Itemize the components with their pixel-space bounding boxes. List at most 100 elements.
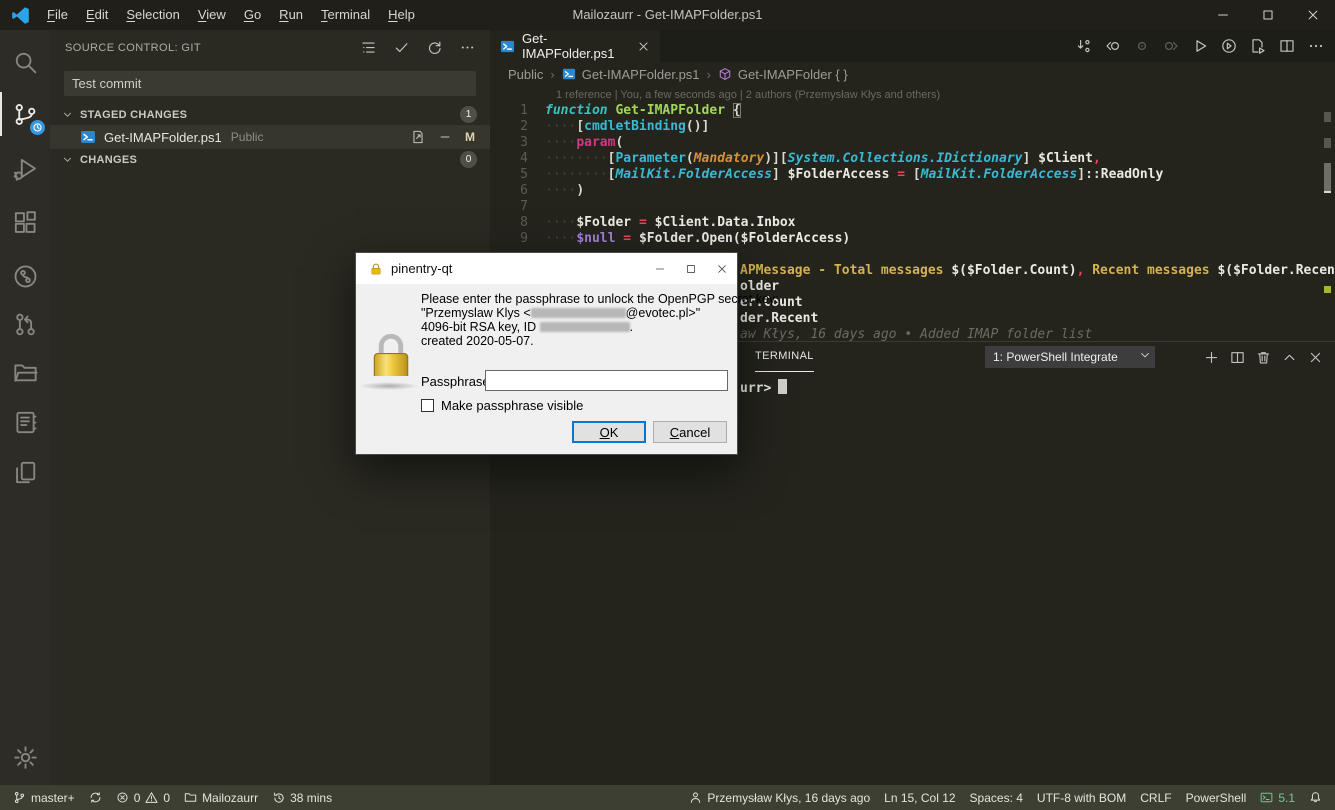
menu-item-file[interactable]: File bbox=[38, 0, 77, 30]
status-notifications[interactable] bbox=[1302, 785, 1329, 810]
code-token: = bbox=[897, 167, 905, 182]
status-eol[interactable]: CRLF bbox=[1133, 785, 1178, 810]
activity-item-extensions[interactable] bbox=[0, 200, 50, 244]
git-branch-icon bbox=[13, 791, 26, 804]
codelens-annotation[interactable]: 1 reference | You, a few seconds ago | 2… bbox=[556, 89, 940, 101]
commit-message-input[interactable] bbox=[64, 71, 476, 96]
code-token: ········ bbox=[545, 151, 608, 166]
staged-changes-header[interactable]: STAGED CHANGES 1 bbox=[50, 104, 490, 125]
activity-item-remote-explorer[interactable] bbox=[0, 350, 50, 394]
code-line-content: ········[MailKit.FolderAccess] $FolderAc… bbox=[545, 167, 1163, 183]
status-language[interactable]: PowerShell bbox=[1179, 785, 1254, 810]
menu-item-go[interactable]: Go bbox=[235, 0, 270, 30]
menu-item-edit[interactable]: Edit bbox=[77, 0, 117, 30]
ps-session-icon bbox=[1260, 791, 1273, 804]
activity-item-pages[interactable] bbox=[0, 450, 50, 494]
refresh-button[interactable] bbox=[425, 39, 443, 57]
code-token: MailKit.FolderAccess bbox=[921, 167, 1078, 182]
terminal-shell-selector[interactable]: 1: PowerShell Integrate bbox=[985, 346, 1155, 368]
line-number: 9 bbox=[490, 231, 528, 247]
status-branch[interactable]: master+ bbox=[6, 785, 82, 810]
code-line: 2····[cmdletBinding()] bbox=[490, 119, 1321, 135]
more-button[interactable] bbox=[458, 39, 476, 57]
menu-item-run[interactable]: Run bbox=[270, 0, 312, 30]
view-as-tree-button[interactable] bbox=[359, 39, 377, 57]
status-cursor-position[interactable]: Ln 15, Col 12 bbox=[877, 785, 962, 810]
status-workspace[interactable]: Mailozaurr bbox=[177, 785, 265, 810]
code-token: , bbox=[1093, 151, 1101, 166]
menu-item-help[interactable]: Help bbox=[379, 0, 424, 30]
breadcrumb-label: Public bbox=[508, 67, 543, 82]
dialog-title-bar[interactable]: pinentry-qt bbox=[356, 253, 737, 284]
open-file-button[interactable] bbox=[411, 130, 425, 144]
activity-item-pull-requests[interactable] bbox=[0, 302, 50, 346]
maximize-panel-button[interactable] bbox=[1282, 350, 1297, 365]
window-title: Mailozaurr - Get-IMAPFolder.ps1 bbox=[572, 0, 762, 30]
activity-item-run-debug[interactable] bbox=[0, 146, 50, 190]
breadcrumb-item[interactable]: Public bbox=[508, 67, 543, 82]
minimize-button[interactable] bbox=[1200, 0, 1245, 30]
run-powershell-button[interactable] bbox=[1216, 33, 1242, 59]
code-token: $($Folder.Count) bbox=[951, 263, 1076, 278]
run-button[interactable] bbox=[1187, 33, 1213, 59]
split-editor-button[interactable] bbox=[1274, 33, 1300, 59]
next-change-button[interactable] bbox=[1158, 33, 1184, 59]
new-terminal-button[interactable] bbox=[1204, 350, 1219, 365]
close-button[interactable] bbox=[1290, 0, 1335, 30]
activity-item-gitlens[interactable] bbox=[0, 254, 50, 298]
maximize-button[interactable] bbox=[1245, 0, 1290, 30]
tab-get-imapfolder[interactable]: Get-IMAPFolder.ps1 bbox=[490, 30, 660, 62]
code-token: $Client.Data.Inbox bbox=[655, 215, 796, 230]
visibility-checkbox[interactable] bbox=[421, 399, 434, 412]
status-encoding[interactable]: UTF-8 with BOM bbox=[1030, 785, 1133, 810]
status-indentation[interactable]: Spaces: 4 bbox=[963, 785, 1030, 810]
more-actions-button[interactable] bbox=[1303, 33, 1329, 59]
split-terminal-button[interactable] bbox=[1230, 350, 1245, 365]
dialog-minimize-button[interactable] bbox=[644, 253, 675, 284]
code-token: APMessage - Total messages bbox=[740, 263, 951, 278]
code-token: ( bbox=[615, 135, 623, 150]
dialog-close-button[interactable] bbox=[706, 253, 737, 284]
tab-close-icon[interactable] bbox=[637, 40, 650, 53]
activity-item-search[interactable] bbox=[0, 40, 50, 84]
activity-item-notebook[interactable] bbox=[0, 400, 50, 444]
status-problems[interactable]: 00 bbox=[109, 785, 177, 810]
terminal-cursor bbox=[778, 379, 787, 394]
code-token: System.Collections.IDictionary bbox=[788, 151, 1023, 166]
dialog-maximize-button[interactable] bbox=[675, 253, 706, 284]
menu-item-view[interactable]: View bbox=[189, 0, 235, 30]
menu-item-selection[interactable]: Selection bbox=[117, 0, 188, 30]
folder-icon bbox=[184, 791, 197, 804]
status-sync[interactable] bbox=[82, 785, 109, 810]
cancel-button[interactable]: Cancel bbox=[653, 421, 727, 443]
code-token: param bbox=[576, 135, 615, 150]
activity-item-source-control[interactable] bbox=[0, 92, 50, 136]
changes-header[interactable]: CHANGES 0 bbox=[50, 149, 490, 170]
terminal-prompt-fragment[interactable]: urr> bbox=[740, 379, 787, 396]
line-number: 5 bbox=[490, 167, 528, 183]
code-token bbox=[647, 215, 655, 230]
open-changes-button[interactable] bbox=[1071, 33, 1097, 59]
status-powershell-session[interactable]: 5.1 bbox=[1253, 785, 1302, 810]
menu-item-terminal[interactable]: Terminal bbox=[312, 0, 379, 30]
code-token bbox=[631, 231, 639, 246]
current-change-button[interactable] bbox=[1129, 33, 1155, 59]
tab-terminal[interactable]: TERMINAL bbox=[755, 342, 814, 372]
chevron-down-icon bbox=[62, 109, 73, 120]
status-blame-author[interactable]: Przemysław Kłys, 16 days ago bbox=[682, 785, 877, 810]
commit-button[interactable] bbox=[392, 39, 410, 57]
status-text: Spaces: 4 bbox=[970, 791, 1023, 805]
kill-terminal-button[interactable] bbox=[1256, 350, 1271, 365]
passphrase-input[interactable] bbox=[485, 370, 728, 391]
breadcrumb-item[interactable]: Get-IMAPFolder { } bbox=[718, 67, 848, 82]
close-panel-button[interactable] bbox=[1308, 350, 1323, 365]
ok-button[interactable]: OK bbox=[572, 421, 646, 443]
status-repo-time[interactable]: 38 mins bbox=[265, 785, 339, 810]
staged-file-row[interactable]: Get-IMAPFolder.ps1 Public M bbox=[50, 125, 490, 149]
run-file-button[interactable] bbox=[1245, 33, 1271, 59]
activity-item-settings[interactable] bbox=[0, 735, 50, 779]
breadcrumb-item[interactable]: Get-IMAPFolder.ps1 bbox=[562, 67, 700, 82]
previous-change-button[interactable] bbox=[1100, 33, 1126, 59]
overview-ruler-mark bbox=[1324, 163, 1331, 193]
unstage-button[interactable] bbox=[438, 130, 452, 144]
